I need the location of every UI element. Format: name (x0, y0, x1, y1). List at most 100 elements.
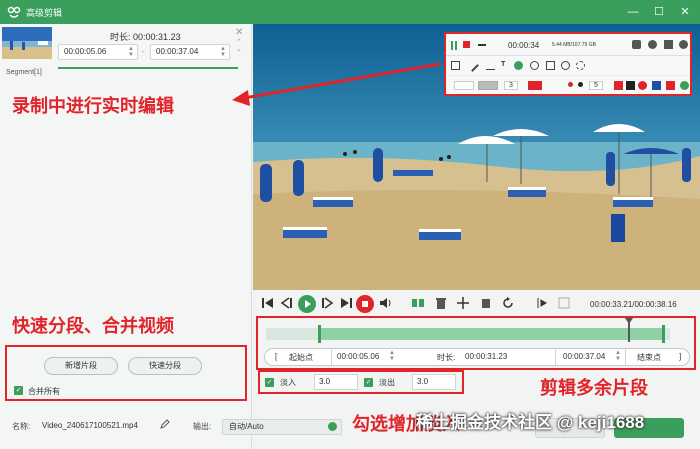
shape-style-fill[interactable] (478, 81, 498, 90)
timeline-end-field[interactable]: 00:00:37.04 (563, 352, 605, 361)
camera-icon[interactable] (632, 40, 641, 49)
end-handle[interactable] (662, 325, 665, 343)
go-to-start-icon[interactable] (261, 296, 275, 310)
new-segment-button[interactable]: 新增片段 (44, 357, 118, 375)
end-bracket: ] (679, 352, 682, 361)
highlight-tool-icon[interactable] (530, 61, 539, 70)
duration-label: 时长: (110, 32, 131, 42)
next-frame-icon[interactable] (321, 296, 335, 310)
timeline-duration-value: 00:00:31.23 (465, 352, 508, 361)
delete-clip-icon[interactable] (434, 296, 448, 310)
volume-icon[interactable] (378, 296, 392, 310)
stop-button[interactable] (356, 295, 374, 313)
maximize-button[interactable]: ☐ (650, 3, 668, 21)
clear-icon[interactable] (666, 81, 675, 90)
quick-split-button[interactable]: 快速分段 (128, 357, 202, 375)
toolbar-row-drawing: T (446, 56, 690, 76)
rename-pen-icon[interactable] (160, 419, 170, 429)
window-title: 高级剪辑 (26, 8, 63, 18)
fade-out-field[interactable]: 3.0 (412, 374, 456, 390)
settings-icon[interactable] (679, 40, 688, 49)
playhead-marker-icon[interactable] (625, 318, 633, 324)
color-dot-black[interactable] (578, 82, 583, 87)
shape-style-thin[interactable] (454, 81, 474, 90)
pen-tool-icon[interactable] (466, 59, 479, 72)
image-tool-icon[interactable] (546, 61, 555, 70)
eraser-icon[interactable] (626, 81, 635, 90)
stepper-icon[interactable]: ▲ ▼ (220, 46, 226, 58)
mark-out-icon[interactable] (557, 296, 571, 310)
record-time: 00:00:34 (508, 41, 540, 50)
output-path-field[interactable]: 自动/Auto (222, 419, 342, 435)
stepper-icon[interactable]: ▲ ▼ (128, 46, 134, 58)
add-clip-icon[interactable] (456, 296, 470, 310)
timeline-selection[interactable] (320, 328, 664, 340)
divider (555, 349, 556, 365)
playback-time: 00:00:33.21/00:00:38.16 (590, 300, 677, 309)
stop-record-icon[interactable] (463, 41, 470, 48)
reset-icon[interactable] (501, 296, 515, 310)
divider (625, 349, 626, 365)
caption-realtime-edit: 录制中进行实时编辑 (12, 96, 174, 116)
close-button[interactable]: ✕ (676, 3, 694, 21)
go-to-end-icon[interactable] (339, 296, 353, 310)
fade-in-label: 淡入 (280, 378, 296, 387)
output-path-value: 自动/Auto (229, 422, 264, 431)
fade-out-label: 淡出 (379, 378, 395, 387)
timeline-duration-label: 时长: (437, 353, 456, 362)
mark-in-icon[interactable] (536, 296, 550, 310)
color-dot-red[interactable] (568, 82, 573, 87)
pause-icon[interactable] (451, 41, 457, 50)
merge-all-checkbox[interactable]: ✓ (14, 386, 23, 395)
number-tool-icon[interactable] (514, 61, 523, 70)
fade-out-checkbox[interactable]: ✓ (364, 378, 373, 387)
zoom-tool-icon[interactable] (561, 61, 570, 70)
start-handle[interactable] (318, 325, 321, 343)
text-tool-icon[interactable]: T (501, 61, 505, 68)
fill-color-red[interactable] (614, 81, 623, 90)
segment-range-bar: [ 起始点 00:00:05.06 ▲ ▼ 时长: 00:00:31.23 00:… (264, 348, 690, 366)
timeline-box: [ 起始点 00:00:05.06 ▲ ▼ 时长: 00:00:31.23 00:… (256, 316, 696, 370)
app-logo-icon (7, 6, 21, 18)
split-clip-icon[interactable] (411, 296, 425, 310)
stepper-icon[interactable]: ▲ ▼ (389, 350, 395, 362)
play-icon (305, 300, 311, 308)
previous-frame-icon[interactable] (279, 296, 293, 310)
toggle-annotate-icon[interactable] (680, 81, 689, 90)
fade-in-checkbox[interactable]: ✓ (265, 378, 274, 387)
copy-clip-icon[interactable] (479, 296, 493, 310)
segment-thumbnail[interactable] (2, 27, 52, 59)
timeline-start-field[interactable]: 00:00:05.06 (337, 352, 379, 361)
fade-box: ✓ 淡入 3.0 ✓ 淡出 3.0 (258, 370, 464, 394)
folder-settings-icon[interactable] (328, 422, 337, 431)
reorder-icon[interactable]: ⌃ ⌄ (236, 39, 242, 53)
set-start-button[interactable]: 起始点 (289, 352, 313, 363)
undo-icon[interactable] (638, 81, 647, 90)
annotation-arrow (232, 62, 441, 106)
set-end-button[interactable]: 结束点 (637, 352, 661, 363)
fade-in-field[interactable]: 3.0 (314, 374, 358, 390)
delete-segment-icon[interactable]: ✕ (235, 27, 243, 38)
segment-start-field[interactable]: 00:00:05.06 ▲ ▼ (58, 44, 138, 60)
play-button[interactable] (298, 295, 316, 313)
timer-icon[interactable] (648, 40, 657, 49)
segment-end-field[interactable]: 00:00:37.04 ▲ ▼ (150, 44, 230, 60)
segment-end-value: 00:00:37.04 (156, 47, 199, 56)
minimize-button[interactable]: — (624, 3, 642, 21)
stepper-icon[interactable]: ▲ ▼ (615, 350, 621, 362)
toolbar-row-status: 00:00:34 5.44 MB/107.79 GB (446, 34, 690, 56)
stop-icon (362, 301, 368, 307)
minimize-toolbar-icon[interactable] (478, 44, 486, 46)
rectangle-tool-icon[interactable] (451, 61, 460, 70)
color-picker-red[interactable] (528, 81, 542, 90)
pen-size-field[interactable]: 3 (504, 81, 518, 90)
segment-label: Segment[1] (6, 69, 42, 76)
segment-start-value: 00:00:05.06 (64, 47, 107, 56)
brush-size-field[interactable]: 5 (589, 81, 603, 90)
spotlight-tool-icon[interactable] (576, 61, 585, 70)
segment-thumbnail-image (2, 27, 52, 59)
output-label: 输出: (193, 422, 212, 431)
line-tool-icon[interactable] (486, 61, 495, 70)
redo-icon[interactable] (652, 81, 661, 90)
toolbox-icon[interactable] (664, 40, 673, 49)
